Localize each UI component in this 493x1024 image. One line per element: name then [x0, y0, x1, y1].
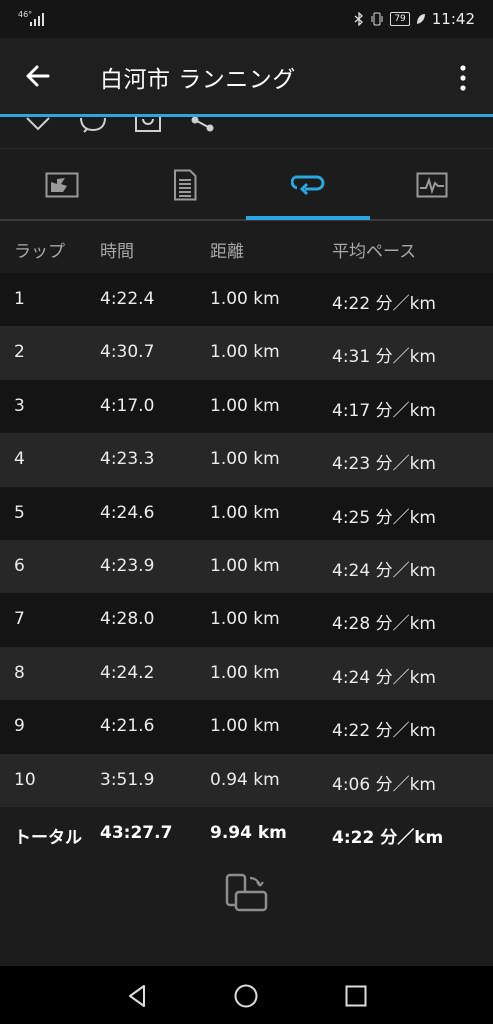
lap-pace: 4:25 分／km [332, 507, 436, 528]
leaf-icon [416, 14, 425, 24]
table-row: 8 4:24.2 1.00 km 4:24 分／km [0, 646, 493, 701]
comment-icon[interactable] [79, 117, 107, 133]
table-row: 4 4:23.3 1.00 km 4:23 分／km [0, 433, 493, 487]
tab-overview[interactable] [0, 149, 123, 221]
activity-tabs [0, 148, 493, 221]
lap-number: 4 [14, 449, 25, 470]
nav-back-icon[interactable] [124, 982, 152, 1010]
header-lap: ラップ [14, 242, 65, 262]
lap-pace: 4:24 分／km [332, 667, 436, 688]
lap-number: 7 [14, 609, 25, 630]
lap-pace: 4:28 分／km [332, 614, 436, 635]
lap-time: 4:17.0 [100, 395, 155, 416]
table-row: 2 4:30.7 1.00 km 4:31 分／km [0, 326, 493, 380]
signal-icon [30, 13, 44, 26]
lap-number: 8 [14, 662, 25, 683]
total-time: 43:27.7 [100, 823, 173, 843]
lap-pace: 4:22 分／km [332, 721, 436, 742]
status-bar: 46° 79 11:42 [0, 0, 493, 38]
lap-number: 6 [14, 555, 25, 576]
lap-distance: 1.00 km [210, 609, 280, 630]
lap-time: 4:23.9 [100, 555, 155, 576]
lap-pace: 4:06 分／km [332, 774, 436, 795]
lap-distance: 1.00 km [210, 342, 280, 363]
lap-pace: 4:31 分／km [332, 347, 436, 368]
header-distance: 距離 [210, 242, 244, 262]
table-row: 9 4:21.6 1.00 km 4:22 分／km [0, 700, 493, 754]
system-nav-bar [0, 966, 493, 1024]
lap-distance: 1.00 km [210, 502, 280, 523]
total-label: トータル [14, 828, 82, 848]
lap-distance: 0.94 km [210, 769, 280, 790]
laps-table-header: ラップ 時間 距離 平均ペース [0, 221, 493, 273]
nav-recents-icon[interactable] [342, 982, 370, 1010]
lap-pace: 4:23 分／km [332, 454, 436, 475]
lap-number: 5 [14, 502, 25, 523]
lap-distance: 1.00 km [210, 449, 280, 470]
back-arrow-icon[interactable] [22, 60, 54, 92]
lap-time: 4:21.6 [100, 716, 155, 737]
table-row: 6 4:23.9 1.00 km 4:24 分／km [0, 539, 493, 594]
activity-actions [0, 117, 493, 147]
lap-distance: 1.00 km [210, 716, 280, 737]
lap-time: 4:30.7 [100, 342, 155, 363]
charts-icon [416, 172, 447, 198]
active-tab-indicator [246, 216, 370, 220]
table-row: 10 3:51.9 0.94 km 4:06 分／km [0, 753, 493, 807]
lap-pace: 4:17 分／km [332, 400, 436, 421]
switch-device-icon[interactable] [222, 872, 270, 914]
header-avg-pace: 平均ペース [332, 242, 417, 262]
lap-number: 1 [14, 289, 25, 309]
total-distance: 9.94 km [210, 823, 287, 843]
share-icon[interactable] [190, 117, 216, 133]
details-list-icon [173, 169, 196, 201]
battery-indicator: 79 [390, 12, 410, 26]
lap-number: 3 [14, 395, 25, 416]
laps-loop-icon [290, 175, 324, 196]
app-bar: 白河市 ランニング [0, 38, 493, 116]
table-row: 7 4:28.0 1.00 km 4:28 分／km [0, 593, 493, 647]
laps-table: 1 4:22.4 1.00 km 4:22 分／km 2 4:30.7 1.00… [0, 273, 493, 807]
lap-pace: 4:24 分／km [332, 560, 436, 581]
vibrate-icon [371, 12, 383, 26]
lap-distance: 1.00 km [210, 555, 280, 576]
lap-distance: 1.00 km [210, 395, 280, 416]
table-row: 1 4:22.4 1.00 km 4:22 分／km [0, 273, 493, 327]
lap-time: 4:24.6 [100, 502, 155, 523]
bluetooth-icon [354, 12, 364, 26]
header-time: 時間 [100, 242, 134, 262]
overview-map-icon [45, 172, 78, 198]
lap-number: 9 [14, 716, 25, 737]
lap-number: 10 [14, 769, 36, 790]
lap-distance: 1.00 km [210, 289, 280, 309]
lap-pace: 4:22 分／km [332, 294, 436, 314]
tab-laps[interactable] [246, 149, 369, 221]
clock: 11:42 [431, 10, 475, 28]
lap-time: 4:24.2 [100, 662, 155, 683]
lap-time: 4:23.3 [100, 449, 155, 470]
tab-charts[interactable] [370, 149, 493, 221]
tab-details[interactable] [123, 149, 246, 221]
nav-home-icon[interactable] [232, 982, 260, 1010]
table-row: 5 4:24.6 1.00 km 4:25 分／km [0, 486, 493, 540]
total-row: トータル 43:27.7 9.94 km 4:22 分／km [0, 807, 493, 860]
more-options-icon[interactable] [455, 64, 471, 92]
lap-time: 4:28.0 [100, 609, 155, 630]
lap-time: 3:51.9 [100, 769, 155, 790]
total-pace: 4:22 分／km [332, 828, 444, 848]
page-title: 白河市 ランニング [100, 67, 296, 93]
camera-icon[interactable] [134, 117, 162, 133]
lap-number: 2 [14, 342, 25, 363]
like-icon[interactable] [25, 117, 51, 131]
table-row: 3 4:17.0 1.00 km 4:17 分／km [0, 379, 493, 434]
lap-time: 4:22.4 [100, 289, 155, 309]
lap-distance: 1.00 km [210, 662, 280, 683]
